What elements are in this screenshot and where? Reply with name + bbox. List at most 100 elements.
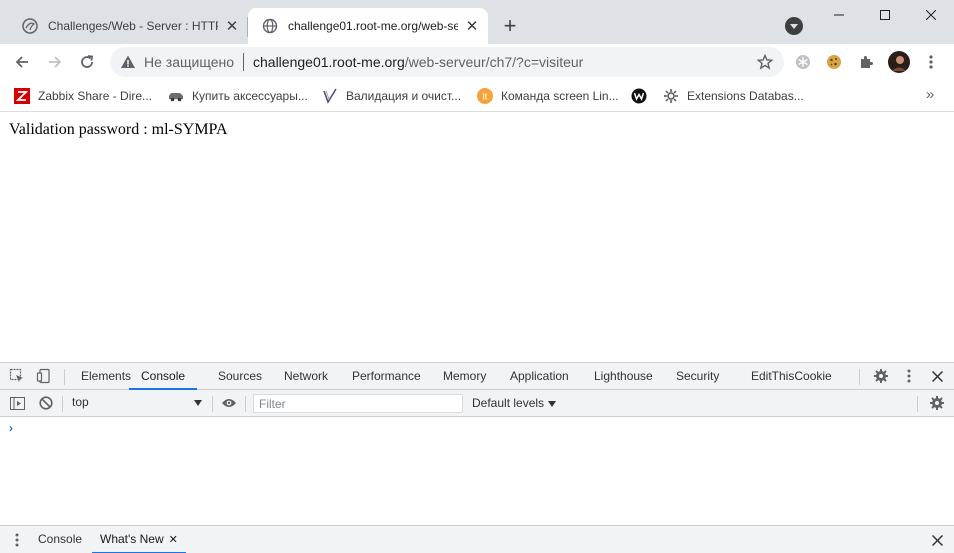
- forward-arrow-icon: [49, 56, 62, 68]
- security-label[interactable]: Не защищено: [144, 54, 234, 70]
- log-levels-label: Default levels: [472, 396, 545, 410]
- devtools-divider: [64, 369, 65, 385]
- tab-application[interactable]: Application: [510, 363, 569, 390]
- tab-title: challenge01.root-me.org/web-serveur/ch7/…: [288, 19, 458, 33]
- reload-button[interactable]: [74, 49, 100, 75]
- bookmark-label: Extensions Databas...: [687, 89, 804, 103]
- tab-challenge01[interactable]: challenge01.root-me.org/web-serveur/ch7/…: [248, 8, 488, 44]
- url-text[interactable]: challenge01.root-me.org/web-serveur/ch7/…: [253, 54, 583, 70]
- show-sidebar-icon[interactable]: [9, 395, 25, 411]
- live-expression-eye-icon[interactable]: [221, 395, 237, 411]
- log-levels-dropdown[interactable]: Default levels: [472, 390, 557, 417]
- tab-close-icon[interactable]: ✕: [462, 16, 482, 36]
- device-toolbar-icon[interactable]: [36, 368, 52, 384]
- close-window-button[interactable]: [908, 0, 954, 30]
- devtools-panel: Elements Console Sources Network Perform…: [0, 362, 954, 553]
- zabbix-icon: [14, 88, 30, 104]
- tab-memory[interactable]: Memory: [443, 363, 486, 390]
- bookmark-screen-linux[interactable]: lt Команда screen Lin...: [477, 85, 619, 107]
- inspect-element-icon[interactable]: [9, 368, 25, 384]
- console-output[interactable]: ›: [0, 417, 954, 525]
- car-icon: [168, 88, 184, 104]
- drawer-tab-label: What's New: [100, 532, 164, 546]
- devtools-drawer-tabbar: Console What's New ✕: [0, 525, 954, 553]
- console-filter-input[interactable]: [253, 394, 463, 413]
- tab-close-icon[interactable]: ✕: [222, 16, 242, 36]
- maximize-button[interactable]: [862, 0, 908, 30]
- chevron-down-icon: [194, 400, 202, 406]
- drawer-close-icon[interactable]: [929, 532, 945, 548]
- tab-network[interactable]: Network: [284, 363, 328, 390]
- globe-icon: [262, 18, 278, 34]
- reload-icon: [81, 55, 94, 68]
- url-host: challenge01.root-me.org: [253, 54, 405, 70]
- warning-triangle-icon[interactable]: [120, 54, 136, 70]
- bookmarks-overflow-icon[interactable]: »: [920, 86, 940, 106]
- tab-strip: Challenges/Web - Server : HTTP - ... ✕ c…: [0, 0, 954, 44]
- drawer-tab-console[interactable]: Console: [38, 526, 82, 553]
- filter-divider: [62, 396, 63, 412]
- console-filter-bar: top Default levels: [0, 390, 954, 417]
- filter-divider: [917, 396, 918, 412]
- new-tab-button[interactable]: +: [498, 15, 522, 39]
- back-button[interactable]: [9, 49, 35, 75]
- page-content: Validation password : ml-SYMPA: [0, 112, 954, 362]
- bookmark-star-icon[interactable]: [756, 53, 774, 71]
- svg-text:lt: lt: [483, 92, 488, 102]
- bookmark-zabbix[interactable]: Zabbix Share - Dire...: [14, 85, 152, 107]
- filter-divider: [245, 396, 246, 412]
- bookmark-label: Купить аксессуары...: [192, 89, 308, 103]
- extension-snowflake-icon[interactable]: [793, 52, 813, 72]
- bookmark-label: Zabbix Share - Dire...: [38, 89, 153, 103]
- tab-editthiscookie[interactable]: EditThisCookie: [751, 363, 832, 390]
- bookmark-validation[interactable]: Валидация и очист...: [322, 85, 461, 107]
- close-icon[interactable]: ✕: [169, 534, 178, 546]
- devtools-settings-gear-icon[interactable]: [873, 368, 889, 384]
- cookie-extension-icon[interactable]: [824, 52, 844, 72]
- devtools-more-options-icon[interactable]: [901, 368, 917, 384]
- bookmark-extensions-database[interactable]: Extensions Databas...: [663, 85, 804, 107]
- tab-performance[interactable]: Performance: [352, 363, 421, 390]
- url-path: /web-serveur/ch7/?c=visiteur: [404, 54, 584, 70]
- clear-console-icon[interactable]: [38, 395, 54, 411]
- drawer-tab-whats-new[interactable]: What's New ✕: [92, 526, 186, 553]
- chrome-menu-icon[interactable]: [921, 52, 941, 72]
- console-prompt-chevron[interactable]: ›: [9, 421, 13, 435]
- lt-icon: lt: [477, 88, 493, 104]
- filter-divider: [212, 396, 213, 412]
- tab-console[interactable]: Console: [129, 363, 198, 390]
- tab-lighthouse[interactable]: Lighthouse: [594, 363, 653, 390]
- validation-icon: [322, 88, 338, 104]
- bookmark-label: Команда screen Lin...: [501, 89, 619, 103]
- minimize-button[interactable]: [816, 0, 862, 30]
- devtools-divider: [859, 369, 860, 385]
- rootme-favicon-icon: [22, 18, 38, 34]
- extensions-puzzle-icon[interactable]: [856, 52, 876, 72]
- address-bar[interactable]: Не защищено challenge01.root-me.org/web-…: [110, 47, 784, 77]
- console-settings-gear-icon[interactable]: [929, 395, 945, 411]
- tab-title: Challenges/Web - Server : HTTP - ...: [48, 19, 218, 33]
- context-selector[interactable]: top: [72, 395, 206, 412]
- tab-sources[interactable]: Sources: [218, 363, 262, 390]
- w-logo-icon: [631, 88, 647, 104]
- devtools-tabbar: Elements Console Sources Network Perform…: [0, 363, 954, 390]
- devtools-close-icon[interactable]: [929, 368, 945, 384]
- gear-icon: [663, 88, 679, 104]
- forward-button[interactable]: [42, 49, 68, 75]
- bookmarks-bar: Zabbix Share - Dire... Купить аксессуары…: [0, 80, 954, 112]
- profile-avatar[interactable]: [888, 51, 910, 73]
- validation-password-text: Validation password : ml-SYMPA: [9, 121, 228, 138]
- back-arrow-icon: [15, 56, 28, 68]
- tab-security[interactable]: Security: [676, 363, 719, 390]
- tab-elements[interactable]: Elements: [81, 363, 131, 390]
- context-selector-value: top: [72, 395, 89, 409]
- chevron-down-icon: [548, 400, 557, 407]
- drawer-menu-icon[interactable]: [9, 532, 25, 548]
- bookmark-w[interactable]: [631, 85, 655, 107]
- bookmark-label: Валидация и очист...: [346, 89, 462, 103]
- tab-challenges[interactable]: Challenges/Web - Server : HTTP - ... ✕: [8, 8, 248, 44]
- tab-search-icon[interactable]: [785, 17, 803, 35]
- bookmark-accessories[interactable]: Купить аксессуары...: [168, 85, 308, 107]
- browser-toolbar: Не защищено challenge01.root-me.org/web-…: [0, 44, 954, 80]
- omnibox-divider: [243, 53, 244, 71]
